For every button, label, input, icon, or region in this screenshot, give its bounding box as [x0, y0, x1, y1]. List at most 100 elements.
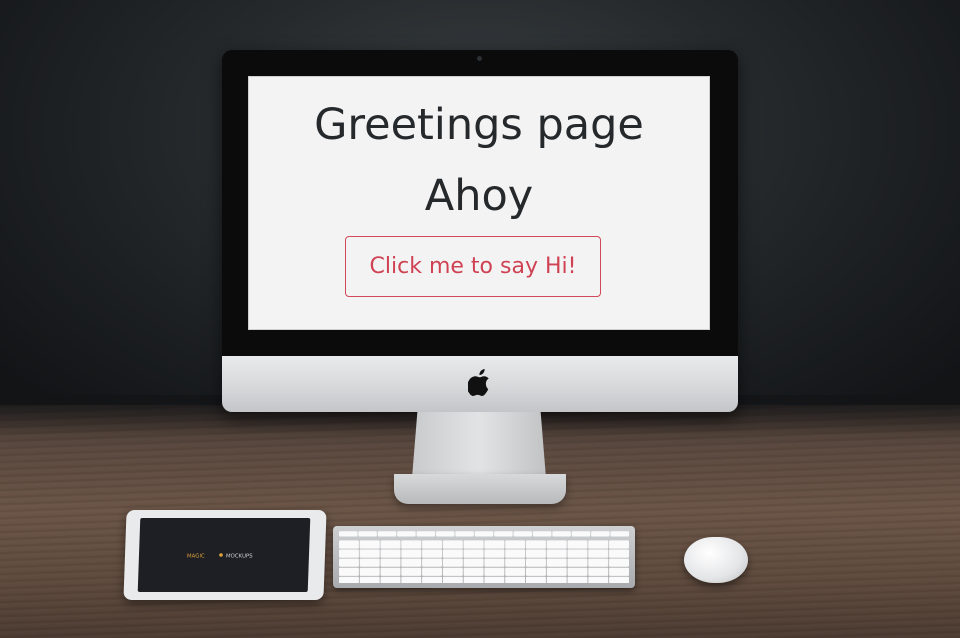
keyboard-key [380, 558, 401, 567]
keyboard-key [588, 549, 609, 558]
keyboard-key [484, 567, 505, 576]
keyboard-key [463, 567, 484, 576]
keyboard-key [484, 540, 505, 549]
monitor-bezel: Greetings page Ahoy Click me to say Hi! [222, 50, 738, 356]
keyboard-key [442, 576, 463, 583]
keyboard-key [380, 567, 401, 576]
keyboard-key [435, 531, 455, 537]
keyboard-key [609, 558, 629, 567]
keyboard-key [463, 549, 484, 558]
monitor-chin [222, 356, 738, 412]
keyboard-key [442, 567, 463, 576]
keyboard-key [397, 531, 416, 537]
monitor-screen: Greetings page Ahoy Click me to say Hi! [248, 76, 710, 330]
keyboard-key [546, 576, 567, 583]
tablet-screen: MAGIC MOCKUPS [137, 518, 311, 592]
monitor-stand-foot [394, 474, 566, 504]
keyboard-key [474, 531, 494, 537]
keyboard-key [546, 540, 567, 549]
keyboard-key [401, 567, 422, 576]
keyboard-key [380, 540, 401, 549]
keyboard-key [380, 549, 401, 558]
keyboard-key [377, 531, 397, 537]
keyboard-key [339, 540, 359, 549]
desk-scene: Greetings page Ahoy Click me to say Hi! … [0, 0, 960, 638]
greetings-page: Greetings page Ahoy Click me to say Hi! [249, 77, 709, 329]
keyboard-key [567, 549, 588, 558]
keyboard-key [339, 531, 358, 537]
keyboard-key [463, 558, 484, 567]
keyboard-key [484, 576, 505, 583]
keyboard-key [526, 567, 546, 576]
keyboard-key [609, 576, 629, 583]
page-title: Greetings page [314, 100, 644, 150]
keyboard-key [339, 567, 359, 576]
keyboard-key [610, 531, 629, 537]
keyboard-key [359, 540, 380, 549]
keyboard-key [401, 558, 422, 567]
keyboard-key [546, 549, 567, 558]
keyboard-key [588, 558, 609, 567]
keyboard-key [526, 549, 546, 558]
keyboard-key [339, 558, 359, 567]
keyboard-key [546, 558, 567, 567]
keyboard-key [588, 567, 609, 576]
keyboard-key [339, 549, 359, 558]
svg-text:MOCKUPS: MOCKUPS [226, 554, 253, 559]
keyboard-key [552, 531, 571, 537]
keyboard-key [567, 567, 588, 576]
keyboard-key [401, 549, 422, 558]
keyboard-key [401, 576, 422, 583]
keyboard-key [401, 540, 422, 549]
keyboard-key [422, 576, 442, 583]
keyboard-key [505, 549, 526, 558]
keyboard-key [416, 531, 436, 537]
keyboard [333, 526, 635, 588]
mouse [684, 537, 748, 583]
keyboard-keys [339, 531, 629, 583]
keyboard-key [358, 531, 377, 537]
keyboard-key [380, 576, 401, 583]
keyboard-key [505, 540, 526, 549]
apple-logo-icon [468, 369, 489, 396]
keyboard-key [484, 558, 505, 567]
keyboard-key [359, 558, 380, 567]
keyboard-key [442, 540, 463, 549]
keyboard-key [463, 540, 484, 549]
keyboard-key [567, 558, 588, 567]
imac-monitor: Greetings page Ahoy Click me to say Hi! [222, 50, 738, 412]
tablet-brand-logo: MAGIC MOCKUPS [187, 553, 253, 559]
tablet-device: MAGIC MOCKUPS [123, 510, 327, 600]
keyboard-key [526, 540, 546, 549]
monitor-stand-neck [412, 412, 546, 478]
keyboard-key [455, 531, 474, 537]
keyboard-key [422, 549, 442, 558]
keyboard-key [513, 531, 533, 537]
keyboard-key [588, 540, 609, 549]
keyboard-key [442, 558, 463, 567]
keyboard-key [505, 567, 526, 576]
keyboard-key [526, 576, 546, 583]
keyboard-key [505, 576, 526, 583]
keyboard-key [567, 540, 588, 549]
keyboard-key [359, 549, 380, 558]
keyboard-key [359, 567, 380, 576]
say-hi-button[interactable]: Click me to say Hi! [345, 236, 601, 297]
keyboard-key [339, 576, 359, 583]
keyboard-key [359, 576, 380, 583]
keyboard-key [588, 576, 609, 583]
keyboard-key [526, 558, 546, 567]
page-subtitle: Ahoy [424, 171, 534, 221]
svg-text:MAGIC: MAGIC [187, 554, 205, 559]
keyboard-key [532, 531, 552, 537]
keyboard-key [609, 540, 629, 549]
keyboard-key [422, 540, 442, 549]
keyboard-key [442, 549, 463, 558]
keyboard-key [571, 531, 591, 537]
keyboard-key [591, 531, 610, 537]
keyboard-key [422, 558, 442, 567]
keyboard-key [609, 567, 629, 576]
keyboard-key [567, 576, 588, 583]
keyboard-key [609, 549, 629, 558]
keyboard-key [546, 567, 567, 576]
